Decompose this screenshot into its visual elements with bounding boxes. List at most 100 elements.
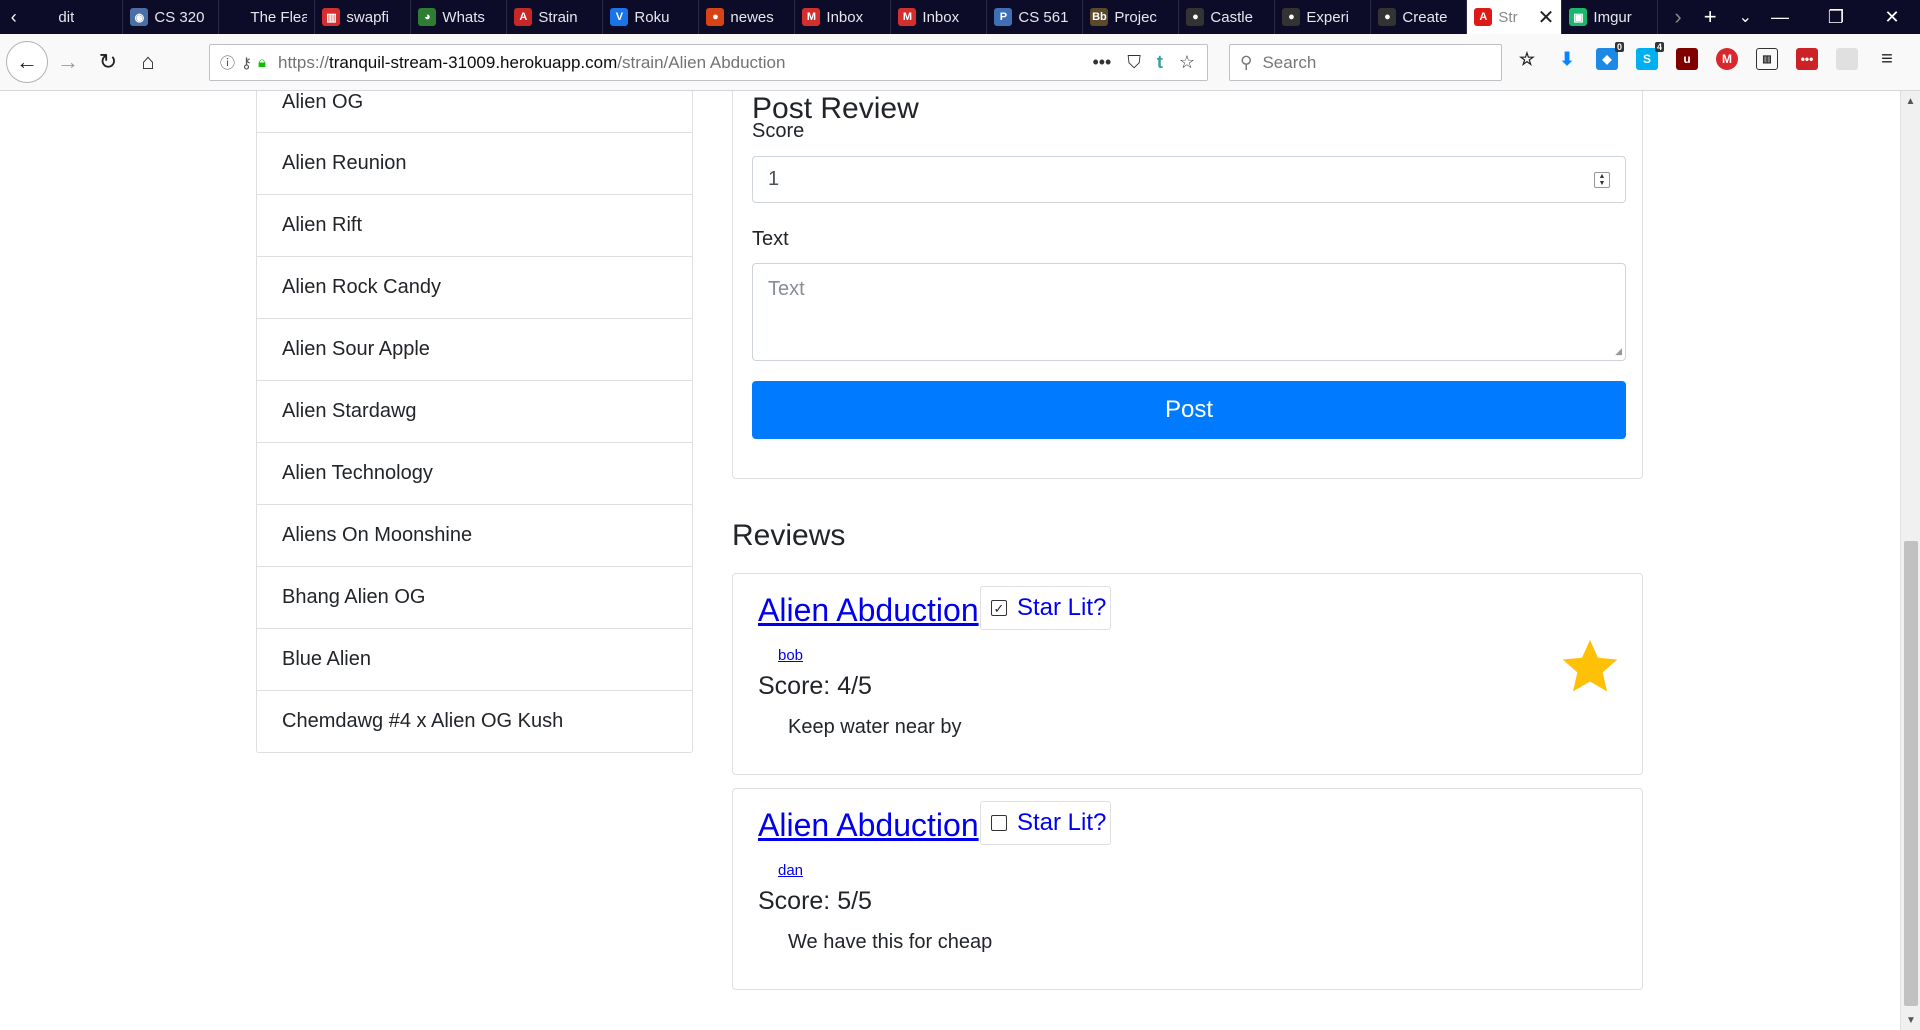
review-text: We have this for cheap xyxy=(788,931,993,953)
lastpass-icon[interactable]: ••• xyxy=(1796,48,1818,70)
tab[interactable]: Bb Projec xyxy=(1083,0,1180,34)
tab-favicon-icon: ◉ xyxy=(130,8,149,26)
tab[interactable]: ● Create xyxy=(1371,0,1468,34)
tab[interactable]: M Inbox xyxy=(891,0,988,34)
tab-label: CS 561 xyxy=(1018,8,1069,26)
url-prefix: https:// xyxy=(278,52,330,72)
toolbar-icons: ☆ ⬇ ◆ 0 S4 u M ▥ ••• ≡ xyxy=(1516,42,1898,70)
bookmark-star-icon[interactable]: ☆ xyxy=(1179,52,1195,73)
close-tab-icon[interactable]: ✕ xyxy=(1538,5,1555,30)
info-icon[interactable]: ⓘ xyxy=(220,52,235,73)
close-window-button[interactable]: ✕ xyxy=(1864,7,1920,28)
post-button[interactable]: Post xyxy=(752,381,1626,439)
pocket-icon[interactable]: ⛉ xyxy=(1127,52,1141,73)
reload-button[interactable]: ↻ xyxy=(88,42,128,82)
review-author-link[interactable]: dan xyxy=(778,862,803,879)
home-button[interactable]: ⌂ xyxy=(128,42,168,82)
page-scrollbar[interactable]: ▲ ▼ xyxy=(1900,91,1920,1030)
mega-icon[interactable]: M xyxy=(1716,48,1738,70)
tab[interactable]: A Strain xyxy=(507,0,604,34)
review-text-input[interactable]: Text ◢ xyxy=(752,263,1626,361)
tab-favicon-icon: ● xyxy=(1378,8,1397,26)
tab-favicon-icon: M xyxy=(802,8,821,26)
star-lit-checkbox[interactable]: ✓ xyxy=(991,600,1007,616)
tab[interactable]: ▥ swapfi xyxy=(315,0,412,34)
score-stepper[interactable]: ▲ ▼ xyxy=(1594,172,1610,188)
star-icon xyxy=(1562,639,1618,692)
tab-active[interactable]: A Str ✕ xyxy=(1467,0,1563,34)
review-author-link[interactable]: bob xyxy=(778,647,803,664)
star-lit-toggle[interactable]: Star Lit? xyxy=(980,801,1111,845)
tab-label: Roku xyxy=(634,8,670,26)
tab[interactable]: M Inbox xyxy=(795,0,892,34)
library-icon[interactable]: ☆ xyxy=(1516,48,1538,70)
tab-label: dit xyxy=(58,8,75,26)
strain-list-item[interactable]: Blue Alien xyxy=(256,629,693,691)
review-score: Score: 4/5 xyxy=(758,672,872,700)
strain-list-item[interactable]: Alien Technology xyxy=(256,443,693,505)
list-all-tabs-button[interactable]: ⌄ xyxy=(1739,7,1752,27)
tab-favicon-icon: ● xyxy=(1186,8,1205,26)
tab[interactable]: ◉ CS 320 xyxy=(123,0,220,34)
tab[interactable]: ● Experi xyxy=(1275,0,1372,34)
star-lit-checkbox[interactable] xyxy=(991,815,1007,831)
tab-strip: ‹ dit ◉ CS 320 The Flea a ▥ swapfi ◕ Whats A Stra… xyxy=(0,0,1920,34)
review-title-link[interactable]: Alien Abduction xyxy=(758,807,979,844)
sidebar-icon[interactable]: ▥ xyxy=(1756,48,1778,70)
tab-favicon-icon: A xyxy=(1474,8,1493,26)
tab-label: Inbox xyxy=(922,8,960,26)
ublock-icon[interactable]: u xyxy=(1676,48,1698,70)
tab[interactable]: ◕ Whats xyxy=(411,0,508,34)
strain-list-item[interactable]: Alien Sour Apple xyxy=(256,319,693,381)
skype-icon[interactable]: S4 xyxy=(1636,42,1664,70)
scroll-tabs-right-button[interactable]: › xyxy=(1674,4,1681,30)
scroll-up-icon[interactable]: ▲ xyxy=(1901,91,1920,111)
minimize-button[interactable]: — xyxy=(1752,7,1808,28)
resize-grip-icon[interactable]: ◢ xyxy=(1615,346,1622,357)
strain-list-item[interactable]: Chemdawg #4 x Alien OG Kush xyxy=(256,691,693,753)
back-button[interactable]: ← xyxy=(6,41,48,83)
tab[interactable]: The Flea a xyxy=(219,0,316,34)
tab-label: The Flea a xyxy=(250,8,308,26)
star-lit-toggle[interactable]: ✓ Star Lit? xyxy=(980,586,1111,630)
tab[interactable]: ● Castle xyxy=(1179,0,1276,34)
strain-list-item[interactable]: Alien OG xyxy=(256,91,693,133)
forward-button[interactable]: → xyxy=(48,42,88,82)
strain-list-item[interactable]: Bhang Alien OG xyxy=(256,567,693,629)
new-tab-button[interactable]: + xyxy=(1704,4,1717,30)
scroll-down-icon[interactable]: ▼ xyxy=(1901,1010,1920,1030)
extension-icon[interactable] xyxy=(1836,48,1858,70)
review-title-link[interactable]: Alien Abduction xyxy=(758,592,979,629)
tab-favicon-icon: ● xyxy=(706,8,725,26)
tab-favicon-icon xyxy=(34,8,53,26)
strain-list-item[interactable]: Alien Rock Candy xyxy=(256,257,693,319)
key-icon[interactable]: ⚷ xyxy=(241,54,252,72)
tumblr-icon[interactable]: t xyxy=(1157,52,1163,73)
score-input[interactable]: 1 ▲ ▼ xyxy=(752,156,1626,203)
search-bar[interactable]: ⚲ Search xyxy=(1229,44,1502,81)
scroll-tabs-left-button[interactable]: ‹ xyxy=(0,0,27,34)
tab[interactable]: V Roku xyxy=(603,0,700,34)
strain-list-item[interactable]: Alien Rift xyxy=(256,195,693,257)
scrollbar-thumb[interactable] xyxy=(1904,541,1918,1006)
tab[interactable]: dit xyxy=(27,0,124,34)
strain-list-item[interactable]: Alien Reunion xyxy=(256,133,693,195)
post-review-card: Post Review Score 1 ▲ ▼ Text Text ◢ Post xyxy=(732,91,1643,479)
url-bar[interactable]: ⓘ ⚷ 🔒︎ https://tranquil-stream-31009.her… xyxy=(209,44,1208,81)
strain-list-item[interactable]: Alien Stardawg xyxy=(256,381,693,443)
url-text[interactable]: https://tranquil-stream-31009.herokuapp.… xyxy=(278,53,785,73)
menu-icon[interactable]: ≡ xyxy=(1876,48,1898,70)
lock-icon[interactable]: 🔒︎ xyxy=(258,54,266,71)
tab[interactable]: ● newes xyxy=(699,0,796,34)
review-text: Keep water near by xyxy=(788,716,962,738)
url-host: tranquil-stream-31009.herokuapp.com xyxy=(329,52,618,72)
tab[interactable]: P CS 561 xyxy=(987,0,1084,34)
notification-extension-icon[interactable]: ◆ 0 xyxy=(1596,42,1624,70)
tab[interactable]: ▣ Imgur xyxy=(1562,0,1659,34)
tab-favicon-icon: Bb xyxy=(1090,8,1109,26)
page-actions-icon[interactable]: ••• xyxy=(1092,52,1111,73)
url-path: /strain/Alien Abduction xyxy=(617,52,786,72)
restore-button[interactable]: ❐ xyxy=(1808,7,1864,28)
downloads-icon[interactable]: ⬇ xyxy=(1556,48,1578,70)
strain-list-item[interactable]: Aliens On Moonshine xyxy=(256,505,693,567)
